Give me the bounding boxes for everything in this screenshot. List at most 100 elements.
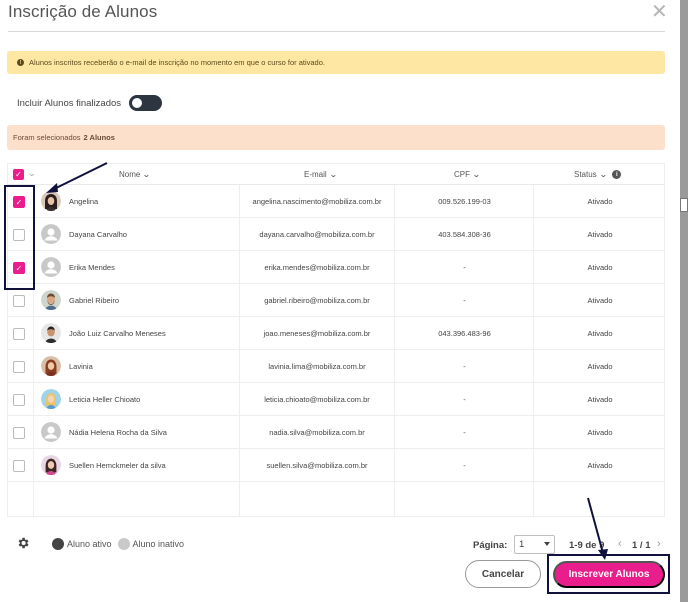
column-label-cpf: CPF bbox=[454, 170, 470, 179]
toggle-knob bbox=[132, 98, 143, 108]
alert-info-icon: ! bbox=[17, 59, 24, 66]
student-status: Ativado bbox=[587, 329, 613, 338]
student-name: Leticia Heller Chioato bbox=[69, 395, 141, 404]
column-header-name[interactable]: Nome ⌄ bbox=[119, 170, 152, 179]
row-checkbox[interactable]: ✓ bbox=[13, 262, 25, 274]
modal-title: Inscrição de Alunos bbox=[8, 2, 158, 21]
check-icon: ✓ bbox=[15, 263, 23, 273]
table-row[interactable]: Nádia Helena Rocha da Silva nadia.silva@m… bbox=[8, 416, 664, 449]
student-email: suellen.silva@mobiliza.com.br bbox=[266, 461, 368, 470]
enroll-students-modal: Inscrição de Alunos ✕ ! Alunos inscritos… bbox=[0, 0, 680, 602]
row-checkbox[interactable] bbox=[13, 328, 25, 340]
table-row[interactable]: Dayana Carvalho dayana.carvalho@mobiliza.… bbox=[8, 218, 664, 251]
table-header: ✓ ⌄ Nome ⌄ E-mail ⌄ CPF ⌄ Status ⌄ i bbox=[8, 164, 664, 185]
chevron-right-icon[interactable]: › bbox=[657, 538, 661, 550]
student-email: leticia.chioato@mobiliza.com.br bbox=[264, 395, 370, 404]
student-name: Lavinia bbox=[69, 362, 93, 371]
row-checkbox[interactable] bbox=[13, 394, 25, 406]
student-status: Ativado bbox=[587, 296, 613, 305]
row-checkbox[interactable] bbox=[13, 361, 25, 373]
chevron-down-icon: ⌄ bbox=[471, 170, 481, 179]
table-row[interactable]: Lavinia lavinia.lima@mobiliza.com.br - Ativ… bbox=[8, 350, 664, 383]
page-label: Página: bbox=[473, 540, 508, 551]
table-row[interactable]: ✓ Angelina angelina.nascimento@mobiliza.co… bbox=[8, 185, 664, 218]
table-row[interactable]: ✓ Erika Mendes erika.mendes@mobiliza.com.b… bbox=[8, 251, 664, 284]
student-email: erika.mendes@mobiliza.com.br bbox=[264, 263, 370, 272]
alert-text: Alunos inscritos receberão o e-mail de i… bbox=[29, 58, 325, 67]
column-label-email: E-mail bbox=[304, 170, 327, 179]
backdrop-control bbox=[680, 198, 688, 212]
row-checkbox[interactable] bbox=[13, 460, 25, 472]
page-count: 1 / 1 bbox=[632, 540, 651, 551]
student-email: nadia.silva@mobiliza.com.br bbox=[269, 428, 365, 437]
student-email: dayana.carvalho@mobiliza.com.br bbox=[259, 230, 375, 239]
table-row[interactable]: Suellen Hemckmeler da silva suellen.silva… bbox=[8, 449, 664, 482]
student-name: Gabriel Ribeiro bbox=[69, 296, 120, 305]
legend-inactive-dot bbox=[117, 538, 130, 550]
student-cpf: 009.526.199-03 bbox=[438, 197, 491, 206]
student-cpf: - bbox=[463, 296, 466, 305]
select-all-checkbox[interactable]: ✓ bbox=[13, 169, 24, 180]
column-label-name: Nome bbox=[119, 170, 141, 179]
student-status: Ativado bbox=[587, 395, 613, 404]
check-icon: ✓ bbox=[15, 197, 23, 207]
enroll-students-button[interactable]: Inscrever Alunos bbox=[553, 561, 665, 588]
column-header-cpf[interactable]: CPF ⌄ bbox=[454, 170, 481, 179]
column-header-email[interactable]: E-mail ⌄ bbox=[304, 170, 337, 179]
select-options-chevron-icon[interactable]: ⌄ bbox=[27, 168, 37, 179]
student-status: Ativado bbox=[587, 461, 613, 470]
backdrop bbox=[680, 0, 688, 602]
status-legend: Aluno ativo Aluno inativo bbox=[52, 538, 184, 550]
column-header-status[interactable]: Status ⌄ i bbox=[574, 170, 622, 179]
close-icon[interactable]: ✕ bbox=[651, 2, 668, 22]
selection-summary: Foram selecionados 2 Alunos bbox=[7, 125, 665, 150]
student-cpf: - bbox=[463, 263, 466, 272]
title-divider bbox=[8, 31, 665, 32]
avatar bbox=[41, 290, 61, 310]
row-checkbox[interactable] bbox=[13, 229, 25, 241]
avatar bbox=[41, 191, 61, 211]
cancel-button[interactable]: Cancelar bbox=[465, 560, 541, 588]
include-finished-row: Incluir Alunos finalizados bbox=[17, 95, 163, 111]
chevron-left-icon[interactable]: ‹ bbox=[618, 538, 622, 550]
student-status: Ativado bbox=[587, 230, 613, 239]
student-status: Ativado bbox=[587, 197, 613, 206]
selection-prefix: Foram selecionados bbox=[13, 133, 81, 142]
caret-down-icon bbox=[544, 542, 550, 546]
table-row[interactable]: Leticia Heller Chioato leticia.chioato@mo… bbox=[8, 383, 664, 416]
selection-count: 2 Alunos bbox=[83, 133, 115, 142]
include-finished-label: Incluir Alunos finalizados bbox=[17, 97, 122, 109]
row-checkbox[interactable] bbox=[13, 427, 25, 439]
include-finished-toggle[interactable] bbox=[129, 95, 163, 111]
student-email: lavinia.lima@mobiliza.com.br bbox=[268, 362, 366, 371]
students-table: ✓ ⌄ Nome ⌄ E-mail ⌄ CPF ⌄ Status ⌄ i ✓ Angeli… bbox=[7, 163, 665, 517]
student-name: Erika Mendes bbox=[69, 263, 115, 272]
legend-active-dot bbox=[52, 538, 64, 550]
student-name: Nádia Helena Rocha da Silva bbox=[69, 428, 167, 437]
status-info-icon[interactable]: i bbox=[612, 170, 622, 179]
page-select[interactable]: 1 bbox=[514, 535, 555, 554]
student-email: joao.meneses@mobiliza.com.br bbox=[263, 329, 371, 338]
column-label-status: Status bbox=[574, 170, 597, 179]
info-alert: ! Alunos inscritos receberão o e-mail de… bbox=[7, 51, 665, 74]
student-email: gabriel.ribeiro@mobiliza.com.br bbox=[264, 296, 370, 305]
legend-active-label: Aluno ativo bbox=[67, 539, 112, 549]
row-checkbox[interactable]: ✓ bbox=[13, 196, 25, 208]
legend-inactive-label: Aluno inativo bbox=[132, 539, 185, 549]
student-email: angelina.nascimento@mobiliza.com.br bbox=[252, 197, 382, 206]
avatar bbox=[41, 257, 61, 277]
avatar bbox=[41, 356, 61, 376]
student-status: Ativado bbox=[587, 263, 613, 272]
table-row[interactable]: Gabriel Ribeiro gabriel.ribeiro@mobiliza.… bbox=[8, 284, 664, 317]
student-name: Suellen Hemckmeler da silva bbox=[69, 461, 166, 470]
gear-icon[interactable] bbox=[16, 536, 30, 550]
student-cpf: - bbox=[463, 395, 466, 404]
avatar bbox=[41, 422, 61, 442]
chevron-down-icon: ⌄ bbox=[142, 170, 152, 179]
student-status: Ativado bbox=[587, 362, 613, 371]
avatar bbox=[41, 323, 61, 343]
table-row[interactable]: João Luiz Carvalho Meneses joao.meneses@m… bbox=[8, 317, 664, 350]
avatar bbox=[41, 224, 61, 244]
row-checkbox[interactable] bbox=[13, 295, 25, 307]
student-cpf: - bbox=[463, 461, 466, 470]
